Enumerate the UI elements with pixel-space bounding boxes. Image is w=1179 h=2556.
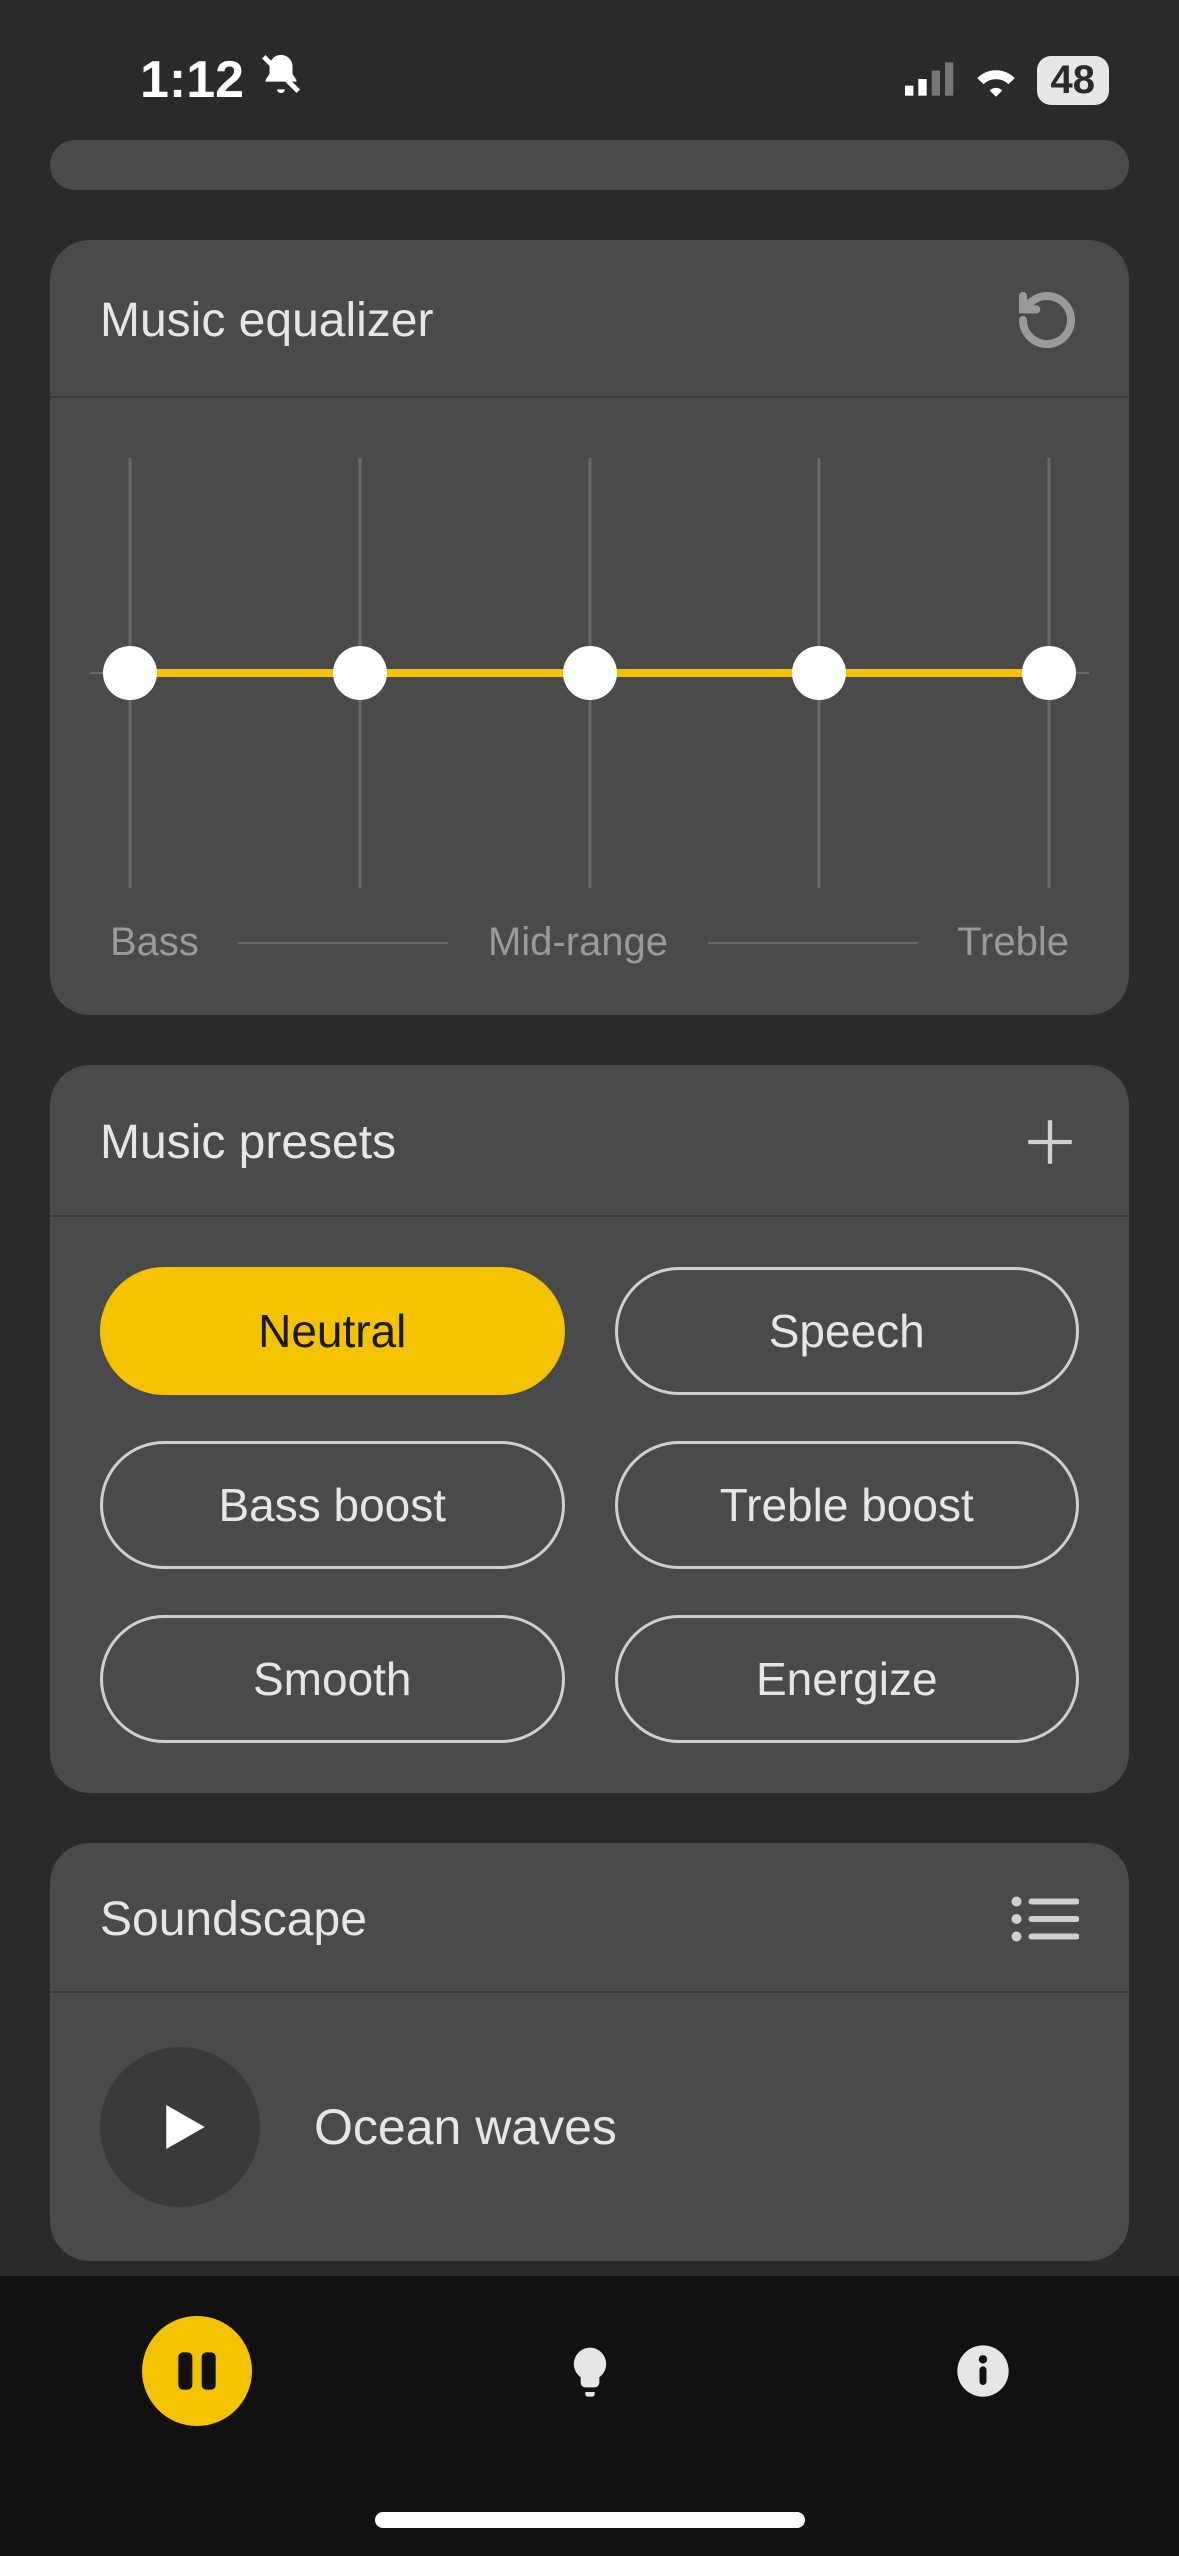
bottom-nav — [0, 2276, 1179, 2556]
eq-label-bass: Bass — [110, 920, 199, 965]
status-right: 48 — [905, 50, 1110, 110]
equalizer-title: Music equalizer — [100, 293, 433, 348]
soundscape-title: Soundscape — [100, 1892, 367, 1947]
status-bar: 1:12 48 — [0, 0, 1179, 140]
preset-treble-boost[interactable]: Treble boost — [615, 1441, 1080, 1569]
preset-label: Smooth — [253, 1652, 412, 1706]
preset-energize[interactable]: Energize — [615, 1615, 1080, 1743]
eq-slider-5[interactable] — [1022, 646, 1076, 700]
eq-slider-4[interactable] — [792, 646, 846, 700]
equalizer-body: Bass Mid-range Treble — [50, 398, 1129, 1015]
equalizer-header: Music equalizer — [50, 240, 1129, 398]
preset-label: Neutral — [258, 1304, 406, 1358]
nav-home-active — [142, 2316, 252, 2426]
soundscape-list-button[interactable] — [1009, 1891, 1079, 1947]
presets-grid: Neutral Speech Bass boost Treble boost S… — [50, 1217, 1129, 1793]
reset-button[interactable] — [1015, 288, 1079, 352]
play-button[interactable] — [100, 2047, 260, 2207]
presets-card: Music presets Neutral Speech Bass boost … — [50, 1065, 1129, 1793]
play-icon — [147, 2094, 213, 2160]
preset-label: Treble boost — [720, 1478, 974, 1532]
preset-label: Bass boost — [218, 1478, 446, 1532]
nav-home[interactable] — [142, 2316, 252, 2426]
wifi-icon — [971, 50, 1021, 110]
eq-label-divider — [238, 942, 448, 944]
bell-off-icon — [258, 50, 304, 110]
battery-level: 48 — [1051, 58, 1096, 103]
preset-label: Energize — [756, 1652, 938, 1706]
eq-slider-2[interactable] — [333, 646, 387, 700]
cellular-icon — [905, 50, 955, 110]
previous-card-stub — [50, 140, 1129, 190]
eq-label-mid: Mid-range — [488, 920, 668, 965]
lightbulb-icon — [562, 2343, 618, 2399]
eq-slider-1[interactable] — [103, 646, 157, 700]
nav-tips[interactable] — [535, 2316, 645, 2426]
nav-info[interactable] — [928, 2316, 1038, 2426]
soundscape-body: Ocean waves — [50, 1993, 1129, 2261]
preset-neutral[interactable]: Neutral — [100, 1267, 565, 1395]
equalizer-card: Music equalizer Bass — [50, 240, 1129, 1015]
preset-speech[interactable]: Speech — [615, 1267, 1080, 1395]
home-indicator[interactable] — [375, 2512, 805, 2528]
soundscape-card: Soundscape Ocean waves — [50, 1843, 1129, 2261]
battery-indicator: 48 — [1037, 56, 1110, 105]
soundscape-header: Soundscape — [50, 1843, 1129, 1993]
eq-label-divider — [708, 942, 918, 944]
add-preset-button[interactable] — [1021, 1113, 1079, 1171]
preset-bass-boost[interactable]: Bass boost — [100, 1441, 565, 1569]
equalizer-labels: Bass Mid-range Treble — [100, 920, 1079, 965]
presets-header: Music presets — [50, 1065, 1129, 1217]
eq-slider-3[interactable] — [563, 646, 617, 700]
preset-smooth[interactable]: Smooth — [100, 1615, 565, 1743]
status-left: 1:12 — [140, 50, 304, 110]
equalizer-graph — [130, 458, 1049, 888]
clock: 1:12 — [140, 50, 244, 110]
sliders-icon — [169, 2343, 225, 2399]
soundscape-track: Ocean waves — [314, 2098, 617, 2156]
eq-label-treble: Treble — [957, 920, 1069, 965]
preset-label: Speech — [769, 1304, 925, 1358]
presets-title: Music presets — [100, 1115, 396, 1170]
info-icon — [955, 2343, 1011, 2399]
